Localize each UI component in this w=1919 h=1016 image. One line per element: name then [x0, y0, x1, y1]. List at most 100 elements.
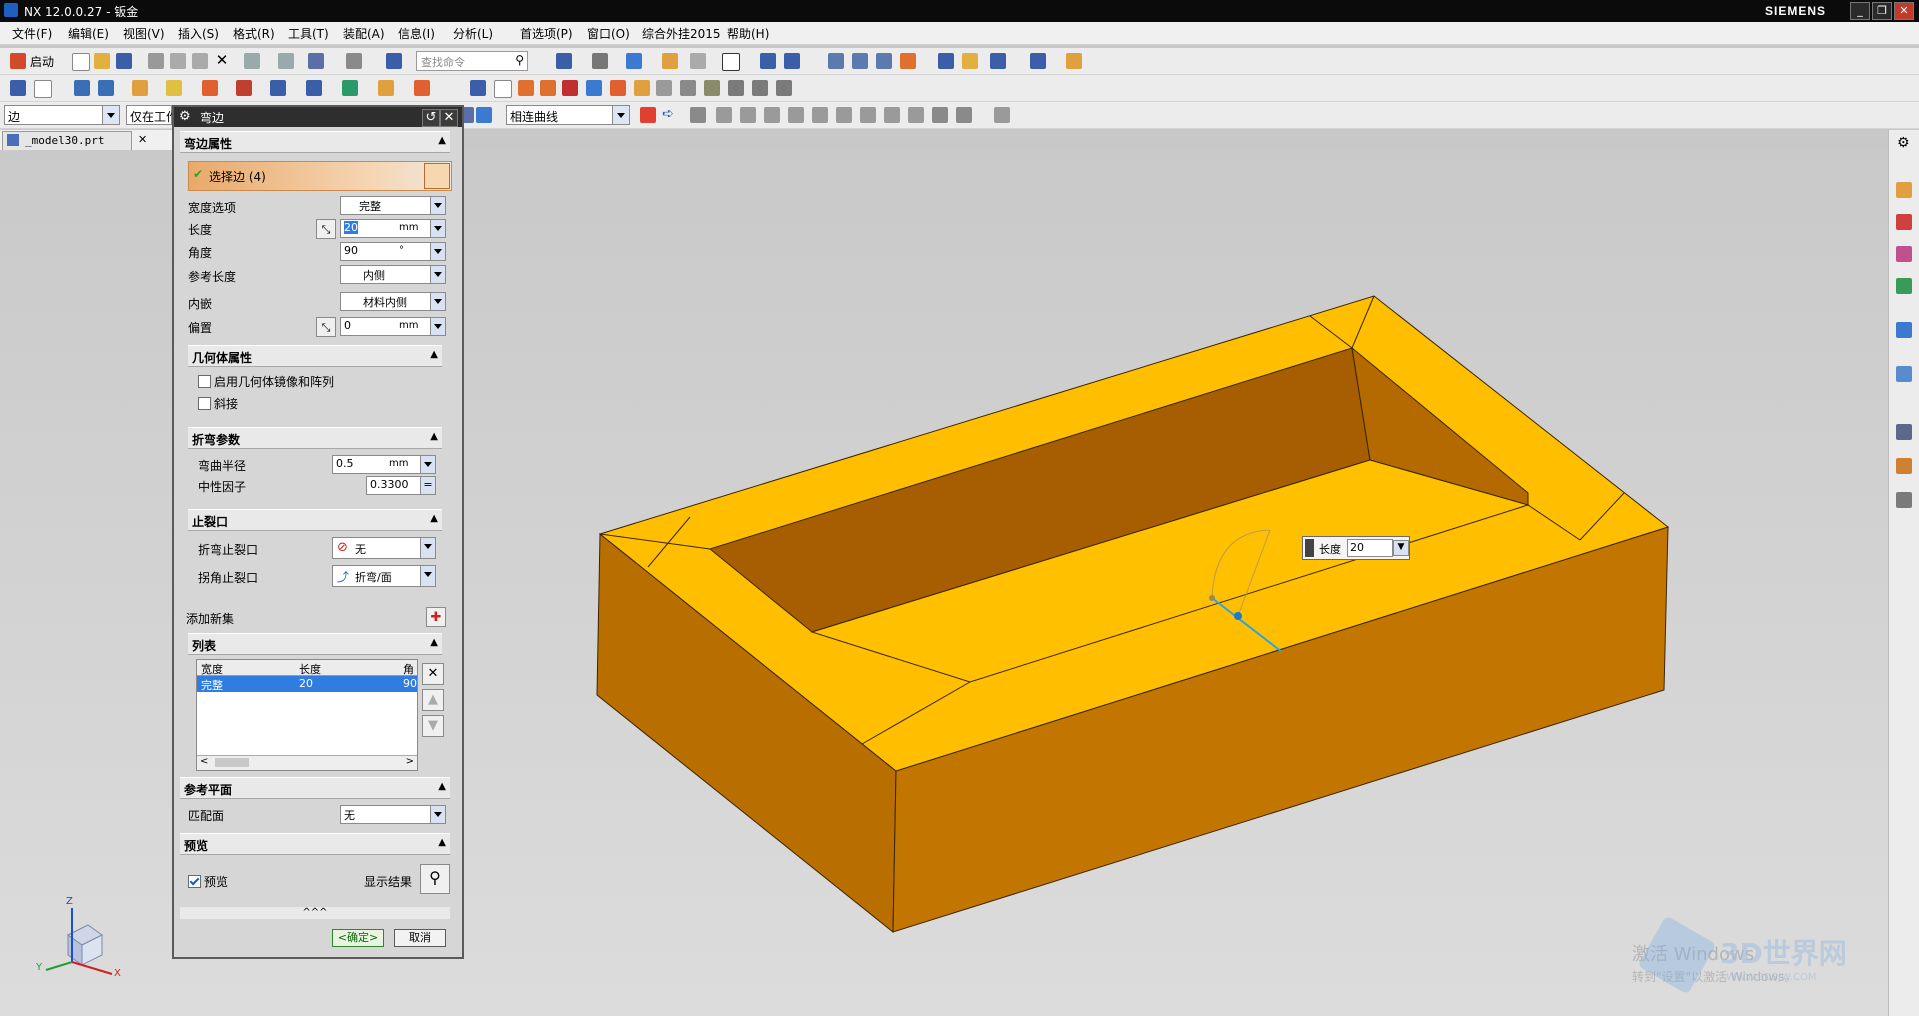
- tab-feature-icon[interactable]: [74, 80, 90, 96]
- paste-icon[interactable]: [192, 53, 208, 69]
- search-icon[interactable]: ⚲: [515, 53, 524, 67]
- solid-punch-icon[interactable]: [586, 80, 602, 96]
- shade-icon[interactable]: [656, 80, 672, 96]
- reuse-library-icon[interactable]: [1896, 278, 1912, 294]
- hide-icon[interactable]: [690, 53, 706, 69]
- collapse-icon[interactable]: ▲: [438, 781, 446, 792]
- remove-set-button[interactable]: ✕: [422, 663, 444, 685]
- control-point-icon[interactable]: [764, 107, 780, 123]
- screen-length-input[interactable]: 20: [1347, 539, 1393, 557]
- follow-fillet-icon[interactable]: ➪: [662, 107, 678, 123]
- scroll-thumb[interactable]: [215, 758, 249, 767]
- start-icon[interactable]: [10, 53, 26, 69]
- col-length-header[interactable]: 长度: [299, 661, 321, 677]
- length-measure-icon[interactable]: ⤡: [316, 219, 336, 239]
- collapse-icon[interactable]: ▲: [430, 349, 438, 360]
- offset-input[interactable]: 0 mm: [340, 317, 446, 336]
- flat-pattern-icon[interactable]: [414, 80, 430, 96]
- equals-icon[interactable]: =: [420, 477, 435, 494]
- scope-select[interactable]: 仅在工作: [126, 105, 178, 125]
- corner-icon[interactable]: [270, 80, 286, 96]
- shade5-icon[interactable]: [752, 80, 768, 96]
- flange-icon[interactable]: [98, 80, 114, 96]
- curve-rule-select[interactable]: 相连曲线: [506, 105, 630, 125]
- menu-window[interactable]: 窗口(O): [587, 25, 630, 42]
- flange-properties-header[interactable]: 弯边属性 ▲: [180, 131, 450, 153]
- save-icon[interactable]: [116, 53, 132, 69]
- restore-button[interactable]: ❐: [1872, 2, 1892, 20]
- collapse-icon[interactable]: ▲: [430, 637, 438, 648]
- hole-icon[interactable]: [540, 80, 556, 96]
- stop-at-intersect-icon[interactable]: [640, 107, 656, 123]
- expand-dialog-bar[interactable]: ^^^: [180, 907, 450, 919]
- snap-point-icon[interactable]: [690, 107, 706, 123]
- col-angle-header[interactable]: 角: [403, 661, 414, 677]
- collapse-icon[interactable]: ▲: [430, 513, 438, 524]
- point-icon[interactable]: [1030, 53, 1046, 69]
- shade4-icon[interactable]: [728, 80, 744, 96]
- bend-radius-input[interactable]: 0.5 mm: [332, 455, 436, 474]
- csys-icon[interactable]: [962, 53, 978, 69]
- constraint-navigator-icon[interactable]: [1896, 246, 1912, 262]
- punch-icon[interactable]: [306, 80, 322, 96]
- collapse-icon[interactable]: ▲: [438, 135, 446, 146]
- drag-grip-icon[interactable]: [1305, 539, 1314, 557]
- menu-tools[interactable]: 工具(T): [288, 25, 329, 42]
- cut-feature-icon[interactable]: [562, 80, 578, 96]
- col-width-header[interactable]: 宽度: [201, 661, 223, 677]
- shade3-icon[interactable]: [704, 80, 720, 96]
- system-scene-icon[interactable]: [1896, 492, 1912, 508]
- layer-icon[interactable]: [556, 53, 572, 69]
- menu-view[interactable]: 视图(V): [123, 25, 165, 42]
- menu-assembly[interactable]: 装配(A): [343, 25, 385, 42]
- move-object-icon[interactable]: [990, 53, 1006, 69]
- render-style-icon[interactable]: [626, 53, 642, 69]
- redo-icon[interactable]: [278, 53, 294, 69]
- edge-display-icon[interactable]: [662, 53, 678, 69]
- arc-center-icon[interactable]: [812, 107, 828, 123]
- history-icon[interactable]: [876, 53, 892, 69]
- sheet-icon[interactable]: [34, 80, 52, 98]
- measure-icon[interactable]: [900, 53, 916, 69]
- cut-icon[interactable]: [148, 53, 164, 69]
- dialog-close-icon[interactable]: ✕: [440, 109, 458, 127]
- menu-analysis[interactable]: 分析(L): [453, 25, 493, 42]
- thicken-icon[interactable]: [518, 80, 534, 96]
- reset-icon[interactable]: ↺: [422, 109, 440, 127]
- quadrant-icon[interactable]: [860, 107, 876, 123]
- edge-select-cube-icon[interactable]: [424, 163, 450, 189]
- menu-plugin[interactable]: 综合外挂2015: [642, 25, 721, 42]
- window-icon[interactable]: [346, 53, 362, 69]
- geometry-properties-header[interactable]: 几何体属性 ▲: [188, 345, 442, 367]
- bend-icon[interactable]: [202, 80, 218, 96]
- export-flat-icon[interactable]: [470, 80, 486, 96]
- existing-point-icon[interactable]: [884, 107, 900, 123]
- miter-checkbox[interactable]: [198, 397, 211, 410]
- close-button[interactable]: ✕: [1894, 2, 1914, 20]
- table-icon[interactable]: [494, 80, 512, 98]
- offset-measure-icon[interactable]: ⤡: [316, 317, 336, 337]
- match-face-select[interactable]: 无: [340, 805, 446, 824]
- midpoint-icon[interactable]: [740, 107, 756, 123]
- scroll-right-icon[interactable]: >: [406, 756, 414, 767]
- relief-header[interactable]: 止裂口 ▲: [188, 509, 442, 531]
- tab-model30[interactable]: _model30.prt: [2, 131, 132, 151]
- shade2-icon[interactable]: [680, 80, 696, 96]
- assembly-nav-icon[interactable]: [828, 53, 844, 69]
- ref-length-select[interactable]: 内侧: [340, 265, 446, 284]
- collapse-icon[interactable]: ▲: [430, 431, 438, 442]
- command-finder-icon[interactable]: [308, 53, 324, 69]
- history-palette-icon[interactable]: [1896, 366, 1912, 382]
- reference-plane-header[interactable]: 参考平面 ▲: [180, 777, 450, 799]
- touch-mode-icon[interactable]: [386, 53, 402, 69]
- web-browser-icon[interactable]: [1896, 322, 1912, 338]
- copy-icon[interactable]: [170, 53, 186, 69]
- corner-relief-select[interactable]: ⤴ 折弯/面: [332, 565, 436, 587]
- wcs-icon[interactable]: [938, 53, 954, 69]
- collapse-icon[interactable]: ▲: [438, 837, 446, 848]
- snap-icon[interactable]: [784, 53, 800, 69]
- gusset-icon[interactable]: [342, 80, 358, 96]
- flange-origin-handle[interactable]: [1234, 612, 1242, 620]
- intersection-icon[interactable]: [788, 107, 804, 123]
- point-on-face-icon[interactable]: [932, 107, 948, 123]
